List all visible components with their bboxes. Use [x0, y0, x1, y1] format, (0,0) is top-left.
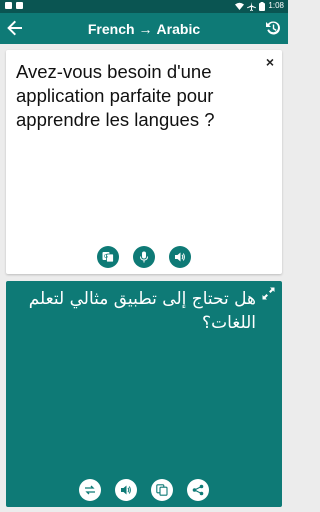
speaker-icon: [175, 252, 185, 262]
wifi-icon: [235, 2, 245, 10]
speaker-button[interactable]: [169, 246, 191, 268]
history-icon: [266, 21, 280, 35]
source-language[interactable]: French: [88, 21, 135, 37]
source-text[interactable]: Avez-vous besoin d'une application parfa…: [16, 60, 256, 132]
target-card: هل تحتاج إلى تطبيق مثالي لتعلم اللغات؟: [6, 281, 282, 507]
source-actions: G: [6, 246, 282, 268]
status-left: [5, 2, 23, 9]
share-button[interactable]: [187, 479, 209, 501]
copy-icon: [156, 484, 168, 496]
app-bar: French → Arabic: [0, 13, 288, 44]
swap-button[interactable]: [79, 479, 101, 501]
clear-button[interactable]: ×: [266, 54, 274, 70]
battery-icon: [259, 1, 266, 11]
expand-button[interactable]: [260, 285, 276, 301]
translate-icon: G: [102, 252, 114, 263]
target-speaker-button[interactable]: [115, 479, 137, 501]
speaker-icon: [121, 485, 131, 495]
arrow-right-icon: →: [138, 21, 153, 37]
airplane-icon: [247, 1, 257, 11]
language-pair-title[interactable]: French → Arabic: [0, 21, 288, 37]
microphone-button[interactable]: [133, 246, 155, 268]
copy-button[interactable]: [151, 479, 173, 501]
status-time: 1:08: [268, 1, 284, 10]
share-icon: [192, 484, 204, 496]
status-right: 1:08: [235, 1, 284, 11]
microphone-icon: [140, 251, 148, 263]
expand-icon: [262, 287, 274, 299]
target-text[interactable]: هل تحتاج إلى تطبيق مثالي لتعلم اللغات؟: [16, 287, 256, 335]
source-card: Avez-vous besoin d'une application parfa…: [6, 50, 282, 274]
swap-icon: [85, 485, 95, 495]
translate-button[interactable]: G: [97, 246, 119, 268]
notification-square-icon: [16, 2, 23, 9]
status-bar: 1:08: [0, 0, 288, 13]
notification-a-icon: [5, 2, 12, 9]
svg-text:G: G: [104, 254, 108, 260]
target-language[interactable]: Arabic: [157, 21, 201, 37]
target-actions: [6, 479, 282, 501]
history-button[interactable]: [262, 17, 284, 39]
